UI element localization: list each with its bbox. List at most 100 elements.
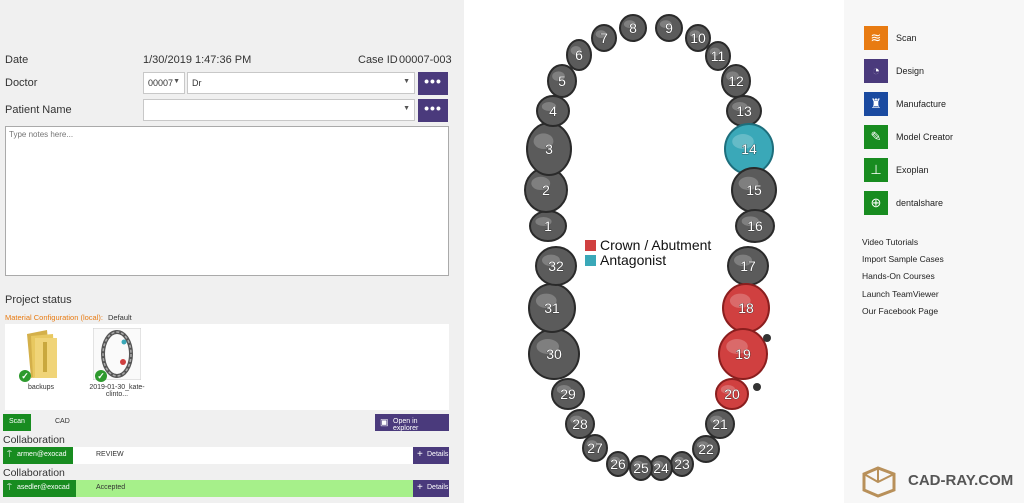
scan-thumbnail-icon: ✓	[92, 327, 142, 382]
tooth-16[interactable]: 16	[735, 209, 775, 243]
tooth-number: 24	[653, 460, 669, 476]
link-launch-teamviewer[interactable]: Launch TeamViewer	[862, 289, 939, 299]
tooth-26[interactable]: 26	[606, 451, 630, 477]
doctor-name-select[interactable]: Dr ▼	[187, 72, 415, 94]
doctor-name-value: Dr	[192, 78, 202, 88]
collaboration-status: Accepted	[96, 484, 126, 491]
collaborator-name: armen@exocad	[17, 451, 67, 458]
folder-icon: ✓	[17, 328, 65, 382]
tooth-number: 10	[690, 30, 706, 46]
tooth-13[interactable]: 13	[726, 95, 762, 127]
tooth-24[interactable]: 24	[649, 455, 673, 481]
tooth-30[interactable]: 30	[528, 328, 580, 380]
tooth-29[interactable]: 29	[551, 378, 585, 410]
tooth-11[interactable]: 11	[705, 41, 731, 71]
tooth-20[interactable]: 20	[715, 378, 749, 410]
tooth-14[interactable]: 14	[724, 123, 774, 175]
tooth-number: 21	[712, 416, 728, 432]
link-import-sample-cases[interactable]: Import Sample Cases	[862, 254, 944, 264]
notes-field[interactable]	[5, 126, 449, 276]
marker-dot	[763, 334, 771, 342]
legend-label-crown: Crown / Abutment	[600, 237, 711, 253]
exoplan-icon: ⊥	[864, 158, 888, 182]
app-label: Model Creator	[896, 132, 954, 142]
tooth-6[interactable]: 6	[566, 39, 592, 71]
dentalshare-icon: ⊕	[864, 191, 888, 215]
patient-more-button[interactable]: •••	[418, 99, 448, 122]
tooth-23[interactable]: 23	[670, 451, 694, 477]
file-name: 2019-01-30_kate-clinto...	[89, 384, 145, 398]
case-id-value: 00007-003	[399, 54, 452, 66]
tooth-8[interactable]: 8	[619, 14, 647, 42]
file-name: backups	[27, 384, 55, 391]
patient-name-select[interactable]: ▼	[143, 99, 415, 121]
tooth-number: 6	[575, 47, 583, 63]
app-scan[interactable]: ≋ Scan	[864, 26, 1014, 50]
explorer-icon: ▣	[380, 417, 389, 427]
tooth-number: 27	[587, 440, 603, 456]
app-manufacture[interactable]: ♜ Manufacture	[864, 92, 1014, 116]
status-badge-scan: Scan	[3, 414, 31, 431]
tooth-32[interactable]: 32	[535, 246, 577, 286]
doctor-code-select[interactable]: 00007 ▼	[143, 72, 185, 94]
app-label: Manufacture	[896, 99, 947, 109]
open-in-explorer-button[interactable]: ▣ Open in explorer	[375, 414, 449, 432]
project-files-area: ✓ backups ✓ 2019-01-30_kate-clinto...	[5, 324, 449, 410]
link-hands-on-courses[interactable]: Hands-On Courses	[862, 271, 935, 281]
doctor-label: Doctor	[5, 77, 38, 89]
tooth-5[interactable]: 5	[547, 64, 577, 98]
tooth-4[interactable]: 4	[536, 95, 570, 127]
tooth-1[interactable]: 1	[529, 210, 567, 242]
collaboration-row: ⍑ asedler@exocad Accepted + Details	[3, 480, 449, 497]
tooth-22[interactable]: 22	[692, 435, 720, 463]
scan-icon: ≋	[864, 26, 888, 50]
details-button[interactable]: + Details	[413, 480, 449, 497]
tooth-17[interactable]: 17	[727, 246, 769, 286]
tooth-7[interactable]: 7	[591, 24, 617, 52]
file-item-backups[interactable]: ✓ backups	[5, 328, 77, 391]
watermark-text: CAD-RAY.COM	[908, 472, 1014, 489]
collaborator-badge: ⍑ asedler@exocad	[3, 480, 76, 497]
tooth-number: 19	[735, 346, 751, 362]
legend-swatch-antagonist	[585, 255, 596, 266]
material-config-label: Material Configuration (local):	[5, 313, 103, 322]
tooth-number: 23	[674, 456, 690, 472]
app-exoplan[interactable]: ⊥ Exoplan	[864, 158, 1014, 182]
chevron-down-icon: ▼	[403, 105, 410, 112]
collaboration-heading: Collaboration	[3, 434, 65, 446]
project-status-heading: Project status	[5, 294, 72, 306]
tooth-number: 9	[665, 20, 673, 36]
tooth-12[interactable]: 12	[721, 64, 751, 98]
tooth-15[interactable]: 15	[731, 167, 777, 213]
tooth-18[interactable]: 18	[722, 283, 770, 333]
details-button[interactable]: + Details	[413, 447, 449, 464]
tooth-28[interactable]: 28	[565, 409, 595, 439]
app-dentalshare[interactable]: ⊕ dentalshare	[864, 191, 1014, 215]
tooth-21[interactable]: 21	[705, 409, 735, 439]
tooth-19[interactable]: 19	[718, 328, 768, 380]
app-design[interactable]: ◔ Design	[864, 59, 1014, 83]
link-video-tutorials[interactable]: Video Tutorials	[862, 237, 918, 247]
app-label: dentalshare	[896, 198, 944, 208]
collaboration-heading: Collaboration	[3, 467, 65, 479]
user-icon: ⍑	[7, 483, 12, 492]
tooth-10[interactable]: 10	[685, 24, 711, 52]
link-facebook-page[interactable]: Our Facebook Page	[862, 306, 938, 316]
tooth-3[interactable]: 3	[526, 122, 572, 176]
launcher-panel: ≋ Scan ◔ Design ♜ Manufacture ✎ Model Cr…	[844, 0, 1024, 503]
app-label: Scan	[896, 33, 917, 43]
tooth-31[interactable]: 31	[528, 283, 576, 333]
tooth-27[interactable]: 27	[582, 434, 608, 462]
tooth-number: 12	[728, 73, 744, 89]
details-label: Details	[427, 484, 449, 491]
tooth-number: 25	[633, 460, 649, 476]
tooth-9[interactable]: 9	[655, 14, 683, 42]
date-value: 1/30/2019 1:47:36 PM	[143, 54, 252, 66]
collaboration-row: ⍑ armen@exocad REVIEW + Details	[3, 447, 449, 464]
tooth-25[interactable]: 25	[629, 455, 653, 481]
app-model-creator[interactable]: ✎ Model Creator	[864, 125, 1014, 149]
workflow-status-bar: Scan CAD ▣ Open in explorer	[3, 414, 449, 432]
tooth-number: 1	[544, 218, 552, 234]
file-item-scan[interactable]: ✓ 2019-01-30_kate-clinto...	[81, 327, 153, 398]
doctor-more-button[interactable]: •••	[418, 72, 448, 95]
